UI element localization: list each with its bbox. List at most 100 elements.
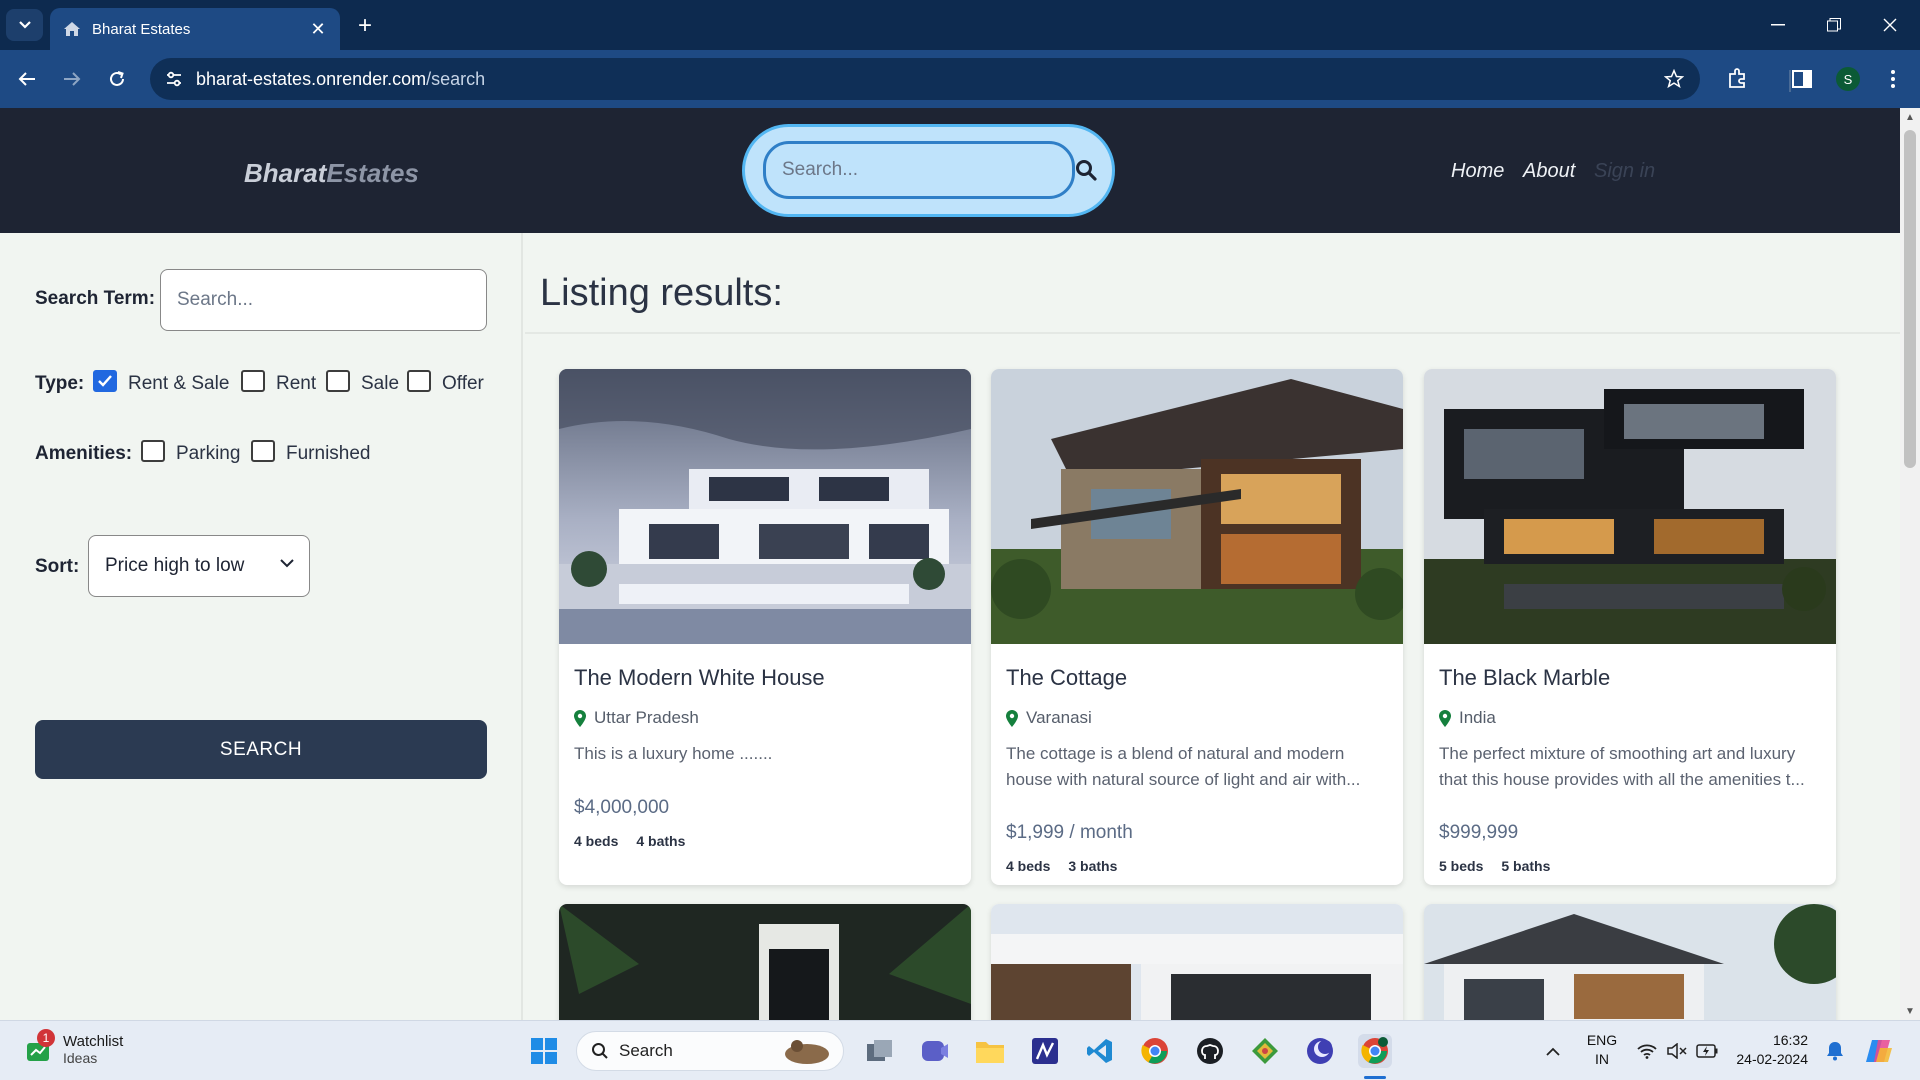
sort-select[interactable]: Price high to low: [88, 535, 310, 597]
file-explorer-button[interactable]: [973, 1034, 1007, 1068]
scroll-up-arrow[interactable]: ▲: [1904, 112, 1916, 126]
show-hidden-icons-button[interactable]: [1536, 1034, 1570, 1068]
copilot-icon: [1866, 1040, 1892, 1062]
type-offer-checkbox[interactable]: [407, 370, 431, 392]
listing-beds: 4 beds: [1006, 858, 1051, 874]
type-rent-sale-checkbox[interactable]: [93, 370, 117, 392]
arrow-right-icon: [64, 72, 81, 86]
github-button[interactable]: [1193, 1034, 1227, 1068]
page-scrollbar[interactable]: ▲ ▼: [1900, 108, 1920, 1020]
listing-image[interactable]: [559, 369, 971, 644]
browser-tab[interactable]: Bharat Estates ✕: [50, 8, 340, 50]
url-path: /search: [426, 68, 486, 89]
task-view-button[interactable]: [863, 1034, 897, 1068]
listing-baths: 4 baths: [636, 833, 686, 849]
search-icon[interactable]: [1075, 159, 1097, 181]
parking-label: Parking: [176, 443, 241, 464]
clock[interactable]: 16:32 24-02-2024: [1732, 1031, 1808, 1069]
header-search-input[interactable]: Search...: [763, 141, 1075, 199]
profile-avatar[interactable]: S: [1836, 67, 1860, 91]
new-tab-button[interactable]: +: [352, 12, 378, 40]
listing-card[interactable]: The Black Marble India The perfect mixtu…: [1424, 369, 1836, 885]
site-logo[interactable]: BharatEstates: [244, 158, 419, 189]
task-view-icon: [867, 1040, 892, 1061]
bookmark-star-icon[interactable]: [1664, 69, 1684, 89]
close-window-button[interactable]: [1862, 0, 1918, 50]
listing-card[interactable]: The Modern White House Uttar Pradesh Thi…: [559, 369, 971, 885]
search-term-input[interactable]: Search...: [160, 269, 487, 331]
listing-location: India: [1439, 708, 1496, 728]
app-button-m[interactable]: [1028, 1034, 1062, 1068]
chrome-button[interactable]: [1138, 1034, 1172, 1068]
vscode-button[interactable]: [1083, 1034, 1117, 1068]
extensions-button[interactable]: [1724, 66, 1750, 92]
arrow-left-icon: [18, 72, 35, 86]
listing-image[interactable]: [1424, 369, 1836, 644]
parking-checkbox[interactable]: [141, 440, 165, 462]
side-panel-button[interactable]: [1789, 66, 1815, 92]
furnished-checkbox[interactable]: [251, 440, 275, 462]
scrollbar-thumb[interactable]: [1904, 130, 1916, 468]
back-button[interactable]: [12, 64, 42, 94]
tab-close-icon[interactable]: ✕: [308, 19, 328, 40]
watchlist-widget[interactable]: 1 Watchlist Ideas: [25, 1028, 123, 1066]
url-text: bharat-estates.onrender.com/search: [196, 69, 485, 90]
start-button[interactable]: [527, 1034, 561, 1068]
volume-status[interactable]: [1660, 1034, 1694, 1068]
reload-icon: [110, 71, 124, 86]
active-app-indicator: [1364, 1076, 1386, 1079]
nav-home-link[interactable]: Home: [1451, 160, 1504, 183]
stocks-icon: 1: [25, 1028, 55, 1063]
listing-baths: 5 baths: [1501, 858, 1551, 874]
listing-location-text: Uttar Pradesh: [594, 708, 699, 727]
type-rent-checkbox[interactable]: [241, 370, 265, 392]
site-header: BharatEstates Search... Home About Sign …: [0, 108, 1900, 233]
github-icon: [1197, 1038, 1223, 1064]
tab-search-button[interactable]: [6, 9, 43, 41]
language-indicator[interactable]: ENG IN: [1582, 1031, 1622, 1069]
minimize-button[interactable]: [1750, 0, 1806, 50]
git-app-button[interactable]: [1248, 1034, 1282, 1068]
listing-image[interactable]: [1424, 904, 1836, 1020]
listing-title[interactable]: The Black Marble: [1439, 665, 1610, 691]
listing-image[interactable]: [559, 904, 971, 1020]
meet-app-button[interactable]: [918, 1034, 952, 1068]
listing-meta: 4 beds 3 baths: [1006, 858, 1135, 874]
site-settings-icon[interactable]: [164, 69, 184, 89]
address-bar[interactable]: bharat-estates.onrender.com/search: [150, 58, 1700, 100]
sort-label: Sort:: [35, 556, 80, 577]
restore-button[interactable]: [1806, 0, 1862, 50]
logo-part-estates: Estates: [326, 158, 419, 188]
notifications-button[interactable]: [1818, 1034, 1852, 1068]
listing-price: $1,999 / month: [1006, 822, 1133, 843]
nav-about-link[interactable]: About: [1523, 160, 1575, 183]
furnished-label: Furnished: [286, 443, 371, 464]
listing-image[interactable]: [991, 369, 1403, 644]
listing-card[interactable]: The Cottage Varanasi The cottage is a bl…: [991, 369, 1403, 885]
search-button[interactable]: SEARCH: [35, 720, 487, 779]
scroll-down-arrow[interactable]: ▼: [1904, 1006, 1916, 1020]
house-favicon-icon: [64, 22, 80, 36]
battery-status[interactable]: [1690, 1034, 1724, 1068]
media-app-button[interactable]: [1303, 1034, 1337, 1068]
chrome-icon: [1141, 1038, 1168, 1064]
type-sale-label: Sale: [361, 373, 400, 394]
listing-title[interactable]: The Modern White House: [574, 665, 825, 691]
clock-time: 16:32: [1772, 1032, 1808, 1048]
wifi-status[interactable]: [1630, 1034, 1664, 1068]
chrome-profile-button[interactable]: [1358, 1034, 1392, 1068]
taskbar-search[interactable]: Search: [576, 1031, 844, 1071]
reload-button[interactable]: [102, 64, 132, 94]
nav-sign-in-link[interactable]: Sign in: [1594, 160, 1655, 183]
browser-menu-button[interactable]: [1880, 66, 1906, 92]
listing-baths: 3 baths: [1068, 858, 1118, 874]
forward-button[interactable]: [57, 64, 87, 94]
copilot-button[interactable]: [1862, 1034, 1896, 1068]
search-highlight-icon: [785, 1040, 829, 1064]
listing-title[interactable]: The Cottage: [1006, 665, 1127, 691]
listing-image[interactable]: [991, 904, 1403, 1020]
type-sale-checkbox[interactable]: [326, 370, 350, 392]
listing-card[interactable]: [1424, 904, 1836, 1020]
listing-card[interactable]: [559, 904, 971, 1020]
listing-card[interactable]: [991, 904, 1403, 1020]
